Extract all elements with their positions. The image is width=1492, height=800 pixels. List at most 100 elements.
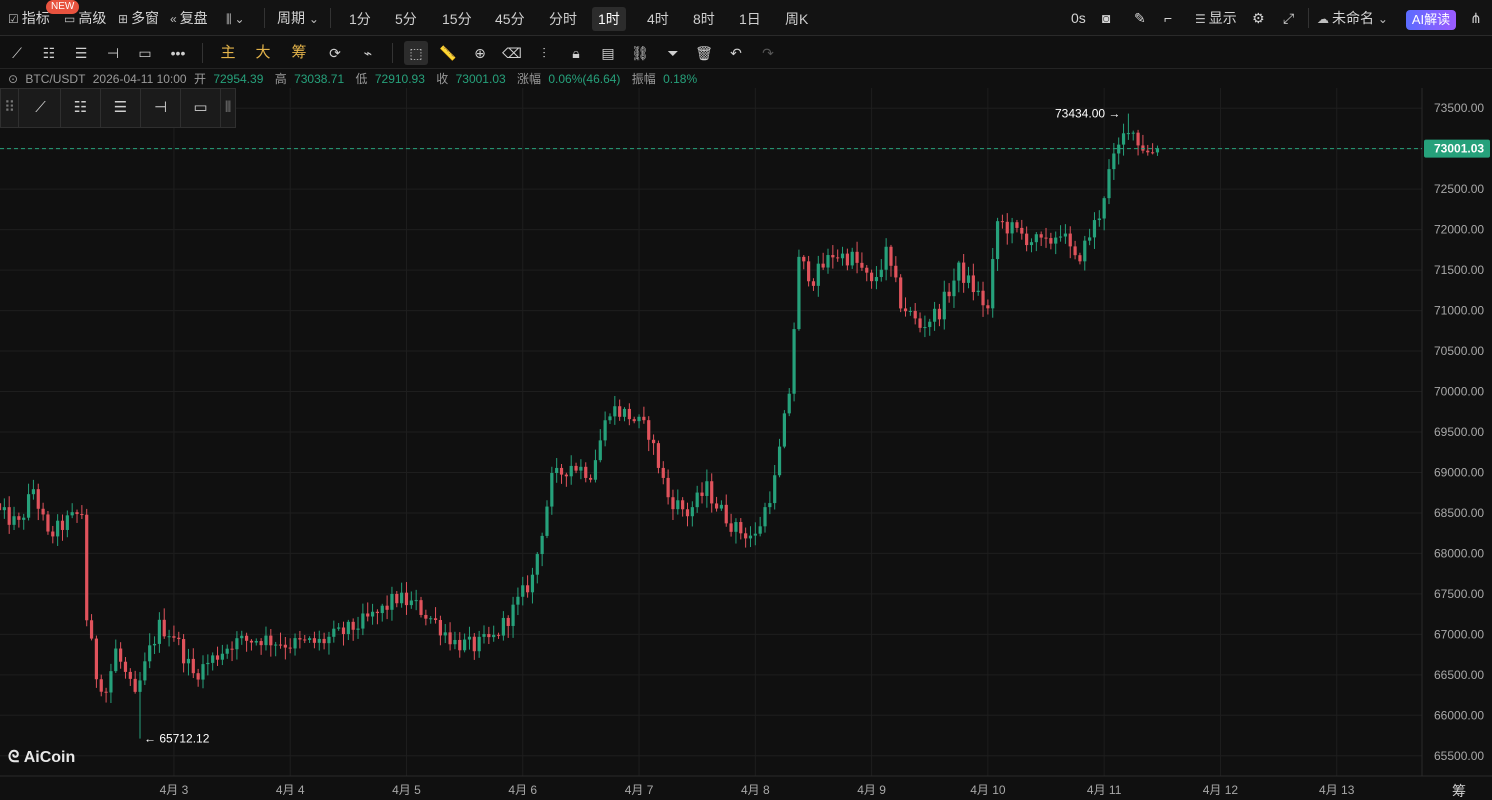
horizontal-ray-icon[interactable]: ⊣ <box>101 41 125 65</box>
candle-body <box>574 465 578 471</box>
undo-icon[interactable]: ↶ <box>724 41 748 65</box>
low-label: 低 72910.93 <box>355 72 428 86</box>
candle-body <box>1044 237 1048 239</box>
drag-handle-icon[interactable]: ⠿ <box>1 89 19 127</box>
candle-body <box>1000 221 1005 223</box>
candle-body <box>332 628 336 637</box>
candle-body <box>511 604 515 626</box>
chart-type-button[interactable]: ⫼ ⌄ <box>226 0 248 36</box>
cloud-icon: ☁ <box>1317 12 1329 26</box>
candle-body <box>690 507 694 517</box>
share-icon[interactable]: ⋔ <box>1470 0 1482 36</box>
chips-button[interactable]: 筹 <box>287 41 311 65</box>
parallel-lines-icon[interactable]: ☷ <box>61 89 101 127</box>
period-tab[interactable]: 15分 <box>436 7 478 31</box>
period-tab[interactable]: 45分 <box>489 7 531 31</box>
template-icon[interactable]: ▤ <box>596 41 620 65</box>
edit-icon[interactable]: ✎ <box>1134 0 1146 36</box>
amplitude-label: 振幅 0.18% <box>632 72 701 86</box>
period-tab[interactable]: 1时 <box>592 7 626 31</box>
candlestick-chart[interactable]: 65500.00 66000.00 66500.00 67000.00 67500.00… <box>0 88 1492 800</box>
trend-line-icon[interactable]: ⟋ <box>5 41 29 65</box>
candle-body <box>472 636 476 652</box>
candle-body <box>932 308 937 322</box>
lock-icon[interactable]: 🔒︎ <box>564 41 588 65</box>
candle-body <box>1097 218 1101 221</box>
collapse-handle-icon[interactable]: ⦀ <box>221 89 235 127</box>
period-tab[interactable]: 1日 <box>733 7 767 31</box>
close-label: 收 73001.03 <box>436 72 509 86</box>
ai-interpret-button[interactable]: AI解读 <box>1406 10 1456 30</box>
period-tab[interactable]: 分时 <box>543 7 583 31</box>
period-tab[interactable]: 1分 <box>343 7 377 31</box>
candle-body <box>85 514 89 621</box>
eraser-icon[interactable]: ⌫ <box>500 41 524 65</box>
candle-body <box>240 635 244 639</box>
magnet-icon[interactable]: ⌁ <box>356 41 380 65</box>
main-indicator-button[interactable]: 主 <box>216 41 240 65</box>
candle-body <box>196 673 200 680</box>
candle-body <box>962 262 966 283</box>
trash-icon[interactable]: 🗑 <box>692 41 716 65</box>
replay-button[interactable]: «复盘 <box>170 0 208 36</box>
more-tools-icon[interactable]: ••• <box>166 41 190 65</box>
rectangle-icon[interactable]: ▭ <box>181 89 221 127</box>
y-tick-label: 68000.00 <box>1434 546 1484 560</box>
y-tick-label: 73500.00 <box>1434 101 1484 115</box>
period-dropdown[interactable]: 周期 ⌄ <box>277 0 322 36</box>
candle-body <box>26 494 31 518</box>
candle-body <box>928 321 932 328</box>
candle-body <box>492 634 496 638</box>
redo-icon[interactable]: ↷ <box>756 41 780 65</box>
filter-icon[interactable]: ⏷ <box>661 41 685 65</box>
fullscreen-icon[interactable]: ⤢ <box>1283 0 1294 36</box>
candle-body <box>971 275 975 293</box>
candle-body <box>666 477 670 498</box>
candle-body <box>622 408 627 417</box>
indicators-button[interactable]: ☑ 指标 <box>8 0 50 36</box>
big-order-button[interactable]: 大 <box>251 41 275 65</box>
divider <box>1308 8 1309 28</box>
candle-body <box>337 627 341 629</box>
collapse-icon[interactable]: ⊙ <box>8 72 18 86</box>
camera-icon[interactable]: ◙ <box>1102 0 1110 36</box>
y-tick-label: 70000.00 <box>1434 385 1484 399</box>
horizontal-lines-icon[interactable]: ☰ <box>101 89 141 127</box>
candle-body <box>1029 242 1034 246</box>
divider <box>392 43 393 63</box>
low-key: 低 <box>355 72 368 86</box>
sync-icon[interactable]: ⟳ <box>323 41 347 65</box>
corner-tools[interactable]: 筹 爆 <box>1452 781 1492 800</box>
ruler-icon[interactable]: 📏 <box>436 41 460 65</box>
y-tick-label: 67000.00 <box>1434 627 1484 641</box>
comment-icon[interactable]: ⌐ <box>1164 0 1172 36</box>
period-tab[interactable]: 5分 <box>389 7 423 31</box>
candle-body <box>1039 234 1043 238</box>
settings-icon[interactable]: ⚙ <box>1252 0 1265 36</box>
horizontal-lines-icon[interactable]: ☰ <box>69 41 93 65</box>
period-tab[interactable]: 4时 <box>641 7 675 31</box>
candle-body <box>555 467 559 473</box>
open-key: 开 <box>193 72 206 86</box>
multi-window-button[interactable]: ⊞ 多窗 <box>118 0 159 36</box>
horizontal-ray-icon[interactable]: ⊣ <box>141 89 181 127</box>
candle-body <box>274 644 278 646</box>
link-icon[interactable]: ⛓ <box>628 41 652 65</box>
candle-body <box>12 516 16 525</box>
display-button[interactable]: ☰ 显示 <box>1195 0 1237 36</box>
trend-line-icon[interactable]: ⟋ <box>21 89 61 127</box>
candle-body <box>201 664 205 680</box>
parallel-lines-icon[interactable]: ☷ <box>37 41 61 65</box>
candle-body <box>836 257 840 259</box>
period-tab[interactable]: 周K <box>779 7 814 31</box>
advanced-button[interactable]: ▭ 高级 <box>64 0 106 36</box>
candle-body <box>0 503 2 511</box>
y-tick-label: 70500.00 <box>1434 344 1484 358</box>
cursor-select-icon[interactable]: ⬚ <box>404 41 428 65</box>
period-tab[interactable]: 8时 <box>687 7 721 31</box>
zoom-icon[interactable]: ⊕ <box>468 41 492 65</box>
candle-body <box>1117 144 1121 154</box>
layout-dropdown[interactable]: ☁ 未命名 ⌄ <box>1317 0 1391 36</box>
rectangle-icon[interactable]: ▭ <box>133 41 157 65</box>
group-icon[interactable]: ⫶ <box>532 41 556 65</box>
